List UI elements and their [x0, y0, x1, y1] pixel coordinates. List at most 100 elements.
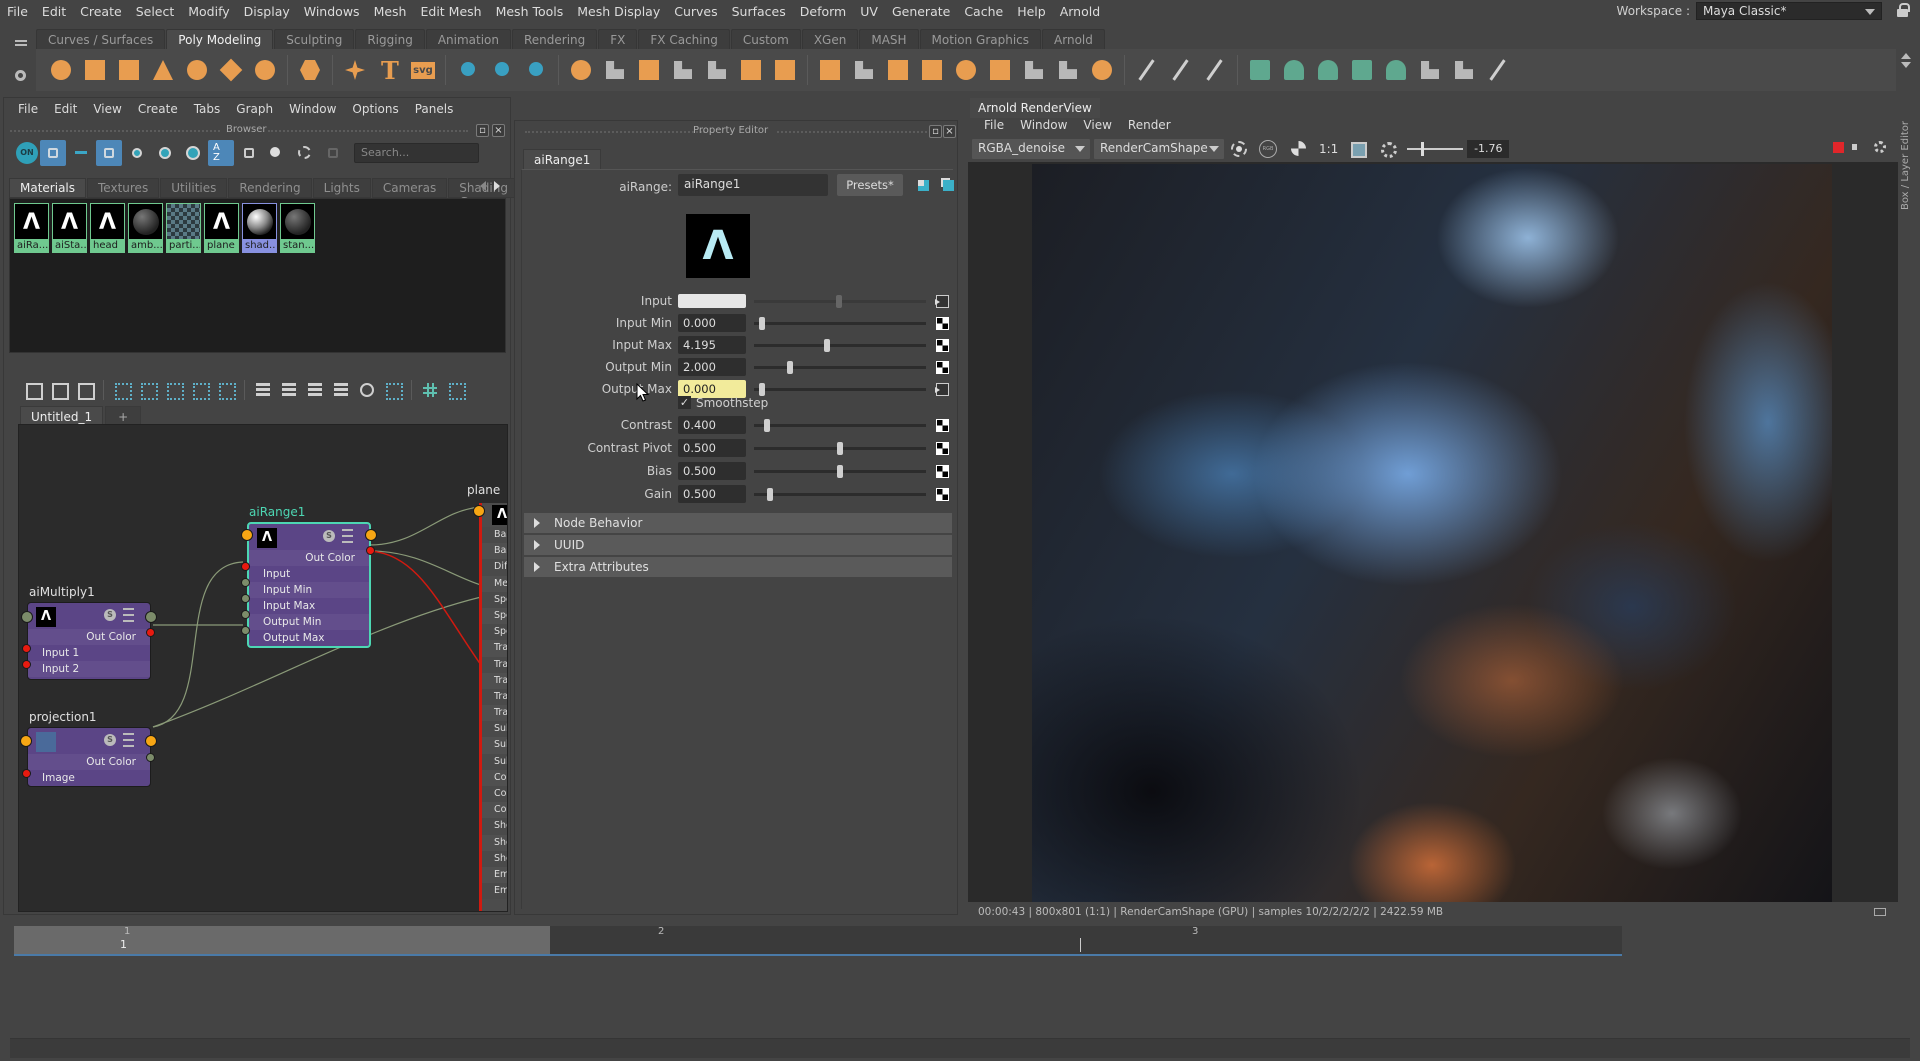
xlarge-swatch-button[interactable]	[180, 140, 206, 166]
hypershade-menu-tabs[interactable]: Tabs	[186, 102, 229, 116]
uv-auto-icon[interactable]	[1348, 56, 1376, 84]
uv-unfold-icon[interactable]	[1450, 56, 1478, 84]
append-icon[interactable]	[918, 56, 946, 84]
connected-view-icon[interactable]	[278, 379, 300, 401]
material-swatch[interactable]: parti...	[166, 203, 201, 253]
plane-port-subs[interactable]: Subs	[482, 737, 507, 754]
input-max-slider[interactable]	[754, 339, 926, 352]
output-max-slider[interactable]	[754, 383, 926, 396]
aov-dropdown[interactable]: RGBA_denoise	[972, 139, 1090, 159]
hypershade-menu-create[interactable]: Create	[130, 102, 186, 116]
hypershade-menu-graph[interactable]: Graph	[228, 102, 281, 116]
menu-curves[interactable]: Curves	[667, 4, 724, 19]
renderview-menu-render[interactable]: Render	[1120, 118, 1179, 132]
hypershade-menu-file[interactable]: File	[10, 102, 46, 116]
plane-port-coat[interactable]: Coat	[482, 769, 507, 786]
shelf-tab-custom[interactable]: Custom	[730, 29, 801, 49]
shelf-menu-icon[interactable]	[15, 40, 27, 42]
gain-slider[interactable]	[754, 488, 926, 501]
full-view-icon[interactable]	[304, 379, 326, 401]
uv-planar-icon[interactable]	[1246, 56, 1274, 84]
type-tool-icon[interactable]	[375, 56, 403, 85]
bookmark-icon[interactable]	[382, 379, 404, 401]
refresh-button[interactable]	[292, 140, 318, 166]
airange-input-plug[interactable]	[241, 562, 250, 571]
zoom-ratio-button[interactable]: 1:1	[1319, 142, 1338, 156]
exposure-value[interactable]: -1.76	[1467, 140, 1510, 158]
menu-uv[interactable]: UV	[853, 4, 885, 19]
slider-thumb[interactable]	[837, 442, 843, 455]
aimultiply-node[interactable]: Λ S Out Color Input 1 Input 2	[27, 602, 151, 680]
side-panel-label[interactable]: Box / Layer Editor	[1900, 100, 1914, 210]
airange-node[interactable]: Λ S Out Color Input Input Min Input Max Out…	[247, 522, 371, 648]
plane-port-emis[interactable]: Emis	[482, 883, 507, 900]
material-swatch[interactable]: amb...	[128, 203, 163, 253]
shader-s-icon[interactable]: S	[104, 734, 116, 746]
port-input-max[interactable]: Input Max	[249, 598, 369, 614]
port-image[interactable]: Image	[28, 770, 150, 786]
hypershade-menu-window[interactable]: Window	[281, 102, 344, 116]
shelf-tab-animation[interactable]: Animation	[425, 29, 511, 49]
add-selected-icon[interactable]	[137, 379, 159, 401]
poly-torus-icon[interactable]	[183, 56, 211, 84]
slider-thumb[interactable]	[824, 339, 830, 352]
map-texture-icon[interactable]	[936, 339, 949, 352]
float-icon[interactable]: ▫	[929, 125, 942, 138]
section-extra-attributes[interactable]: Extra Attributes	[524, 557, 952, 577]
multi-cut-icon[interactable]	[1133, 56, 1161, 84]
uv-contour-icon[interactable]	[1382, 56, 1410, 84]
browser-tab-lights[interactable]: Lights	[312, 178, 371, 198]
sort-az-button[interactable]: AZ	[208, 140, 234, 166]
port-output-max[interactable]: Output Max	[249, 630, 369, 646]
menu-edit[interactable]: Edit	[35, 4, 73, 19]
hypershade-menu-edit[interactable]: Edit	[46, 102, 85, 116]
slider-thumb[interactable]	[767, 488, 773, 501]
contrast-pivot-slider[interactable]	[754, 442, 926, 455]
plane-node[interactable]: Λ BaseBaseDiffuMetSpecSpecSpecTranTranTr…	[479, 503, 507, 911]
render-region-icon[interactable]	[1229, 139, 1249, 159]
material-swatch[interactable]: Λplane	[204, 203, 239, 253]
map-texture-icon[interactable]	[936, 361, 949, 374]
poke-icon[interactable]	[1054, 56, 1082, 84]
menu-cache[interactable]: Cache	[957, 4, 1010, 19]
collapse-icon[interactable]	[1020, 56, 1048, 84]
output-min-field[interactable]: 2.000	[678, 358, 746, 376]
plane-port-base[interactable]: Base	[482, 527, 507, 544]
slider-thumb[interactable]	[787, 361, 793, 374]
node-name-field[interactable]: aiRange1	[678, 174, 828, 196]
poly-disc-icon[interactable]	[251, 56, 279, 84]
shelf-tab-curves-surfaces[interactable]: Curves / Surfaces	[36, 29, 166, 49]
material-swatch[interactable]: Λhead	[90, 203, 125, 253]
plane-port-tran[interactable]: Tran	[482, 672, 507, 689]
plane-port-tran[interactable]: Tran	[482, 640, 507, 657]
tab-left-icon[interactable]	[480, 181, 486, 191]
fill-hole-icon[interactable]	[952, 56, 980, 84]
poly-cube-icon[interactable]	[81, 56, 109, 84]
plane-port-coat[interactable]: Coat	[482, 802, 507, 819]
shelf-tab-fx-caching[interactable]: FX Caching	[638, 29, 730, 49]
menu-display[interactable]: Display	[237, 4, 297, 19]
combine-icon[interactable]	[567, 56, 595, 84]
projection-node[interactable]: S Out Color Image	[27, 727, 151, 787]
workspace-dropdown[interactable]: Maya Classic*	[1696, 2, 1882, 20]
projection-output-port[interactable]	[145, 735, 157, 747]
browser-tab-textures[interactable]: Textures	[87, 178, 160, 198]
svg-tool-icon[interactable]	[409, 56, 437, 84]
slider-thumb[interactable]	[759, 317, 765, 330]
lock-icon[interactable]	[1897, 3, 1910, 17]
port-input-min[interactable]: Input Min	[249, 582, 369, 598]
custom-view-icon[interactable]	[330, 379, 352, 401]
hypershade-menu-options[interactable]: Options	[344, 102, 406, 116]
grid-icon[interactable]	[419, 379, 441, 401]
node-graph[interactable]: aiRange1 Λ S Out Color Input Input Min Inp…	[18, 424, 508, 912]
shelf-tab-rendering[interactable]: Rendering	[512, 29, 598, 49]
target-weld-icon[interactable]	[1201, 56, 1229, 84]
time-slider[interactable]: 1 2 3 1	[14, 926, 1622, 956]
presets-button[interactable]: Presets*	[837, 174, 903, 196]
slider-thumb[interactable]	[836, 295, 842, 308]
bevel-icon[interactable]	[884, 56, 912, 84]
shader-s-icon[interactable]: S	[104, 609, 116, 621]
shelf-tab-fx[interactable]: FX	[598, 29, 638, 49]
boolean-union-icon[interactable]	[737, 56, 765, 84]
on-toggle[interactable]: ON	[16, 142, 38, 164]
